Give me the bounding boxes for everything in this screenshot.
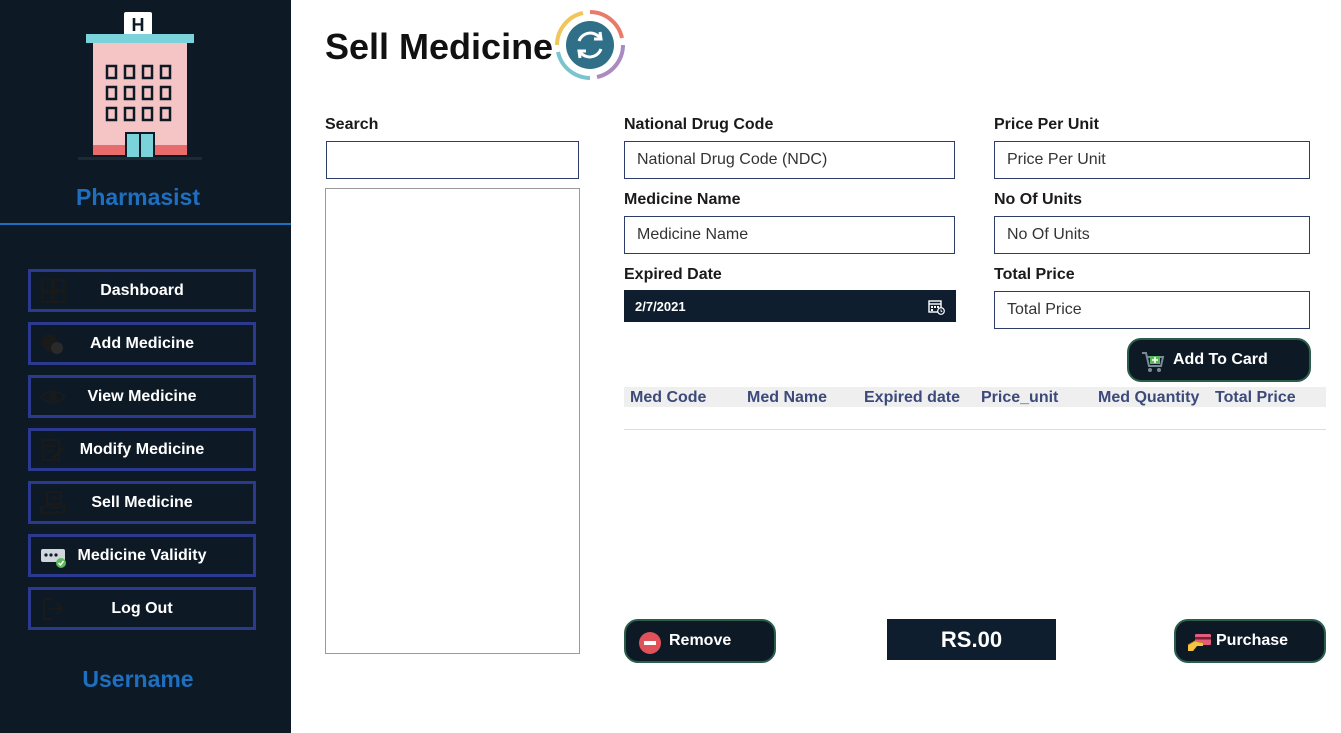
- remove-label: Remove: [669, 632, 732, 649]
- column-header-price-unit[interactable]: Price_unit: [981, 389, 1058, 407]
- medicine-search-list[interactable]: [325, 188, 580, 654]
- sidebar-item-add-medicine[interactable]: Add Medicine: [28, 322, 256, 365]
- price-per-unit-field[interactable]: [994, 141, 1310, 179]
- sidebar: H Pharmasist Dashboard Add Medicine View…: [0, 0, 291, 733]
- validity-check-icon: [41, 549, 66, 568]
- remove-button[interactable]: Remove: [624, 619, 776, 663]
- sidebar-item-modify-medicine[interactable]: Modify Medicine: [28, 428, 256, 471]
- cart-grid-separator: [624, 429, 1326, 430]
- column-header-med-name[interactable]: Med Name: [747, 389, 827, 407]
- sidebar-item-view-medicine[interactable]: View Medicine: [28, 375, 256, 418]
- calendar-icon[interactable]: [928, 298, 945, 315]
- add-to-card-label: Add To Card: [1173, 351, 1268, 368]
- sidebar-item-label: Add Medicine: [89, 334, 194, 352]
- shopping-cart-icon: [1142, 352, 1165, 372]
- column-header-med-quantity[interactable]: Med Quantity: [1098, 389, 1199, 407]
- total-price-field[interactable]: [994, 291, 1310, 329]
- sidebar-divider: [0, 223, 291, 225]
- ndc-field[interactable]: [624, 141, 955, 179]
- total-amount: RS.00: [887, 619, 1056, 660]
- edit-document-icon: [42, 439, 64, 461]
- search-input[interactable]: [326, 141, 579, 179]
- price-per-unit-label: Price Per Unit: [994, 116, 1099, 133]
- sidebar-item-label: View Medicine: [87, 387, 197, 405]
- hospital-building-icon: H: [78, 12, 202, 160]
- svg-text:H: H: [132, 15, 145, 35]
- expired-date-picker[interactable]: 2/7/2021: [624, 290, 956, 322]
- expired-date-value: 2/7/2021: [635, 298, 686, 314]
- sidebar-item-medicine-validity[interactable]: Medicine Validity: [28, 534, 256, 577]
- page-title: Sell Medicine: [325, 26, 554, 67]
- cart-grid-header: Med Code Med Name Expired date Price_uni…: [624, 387, 1326, 407]
- sidebar-item-label: Dashboard: [100, 281, 184, 299]
- sidebar-item-sell-medicine[interactable]: Sell Medicine: [28, 481, 256, 524]
- sidebar-item-log-out[interactable]: Log Out: [28, 587, 256, 630]
- eye-icon: [40, 390, 66, 404]
- sidebar-item-label: Log Out: [111, 599, 173, 617]
- no-of-units-field[interactable]: [994, 216, 1310, 254]
- sidebar-item-label: Medicine Validity: [77, 546, 207, 564]
- column-header-expired-date[interactable]: Expired date: [864, 389, 960, 407]
- medicine-name-label: Medicine Name: [624, 191, 741, 208]
- sidebar-item-label: Sell Medicine: [91, 493, 193, 511]
- username-label: Username: [82, 666, 194, 692]
- column-header-med-code[interactable]: Med Code: [630, 389, 706, 407]
- expired-date-label: Expired Date: [624, 266, 722, 283]
- sync-circle-icon: [555, 10, 625, 80]
- capsule-icon: [41, 334, 63, 354]
- add-to-card-button[interactable]: Add To Card: [1127, 338, 1311, 382]
- payment-hand-icon: [1187, 634, 1211, 651]
- ndc-label: National Drug Code: [624, 116, 774, 133]
- sidebar-item-dashboard[interactable]: Dashboard: [28, 269, 256, 312]
- dashboard-grid-icon: [41, 279, 65, 303]
- medicine-name-field[interactable]: [624, 216, 955, 254]
- remove-minus-icon: [639, 632, 661, 654]
- no-of-units-label: No Of Units: [994, 191, 1082, 208]
- logout-icon: [43, 598, 64, 620]
- sidebar-item-label: Modify Medicine: [79, 440, 205, 458]
- purchase-label: Purchase: [1216, 632, 1289, 649]
- brand-title: Pharmasist: [75, 184, 200, 210]
- purchase-button[interactable]: Purchase: [1174, 619, 1326, 663]
- hand-box-icon: [40, 491, 65, 516]
- search-label: Search: [325, 116, 379, 133]
- total-price-label: Total Price: [994, 266, 1075, 283]
- column-header-total-price[interactable]: Total Price: [1215, 389, 1296, 407]
